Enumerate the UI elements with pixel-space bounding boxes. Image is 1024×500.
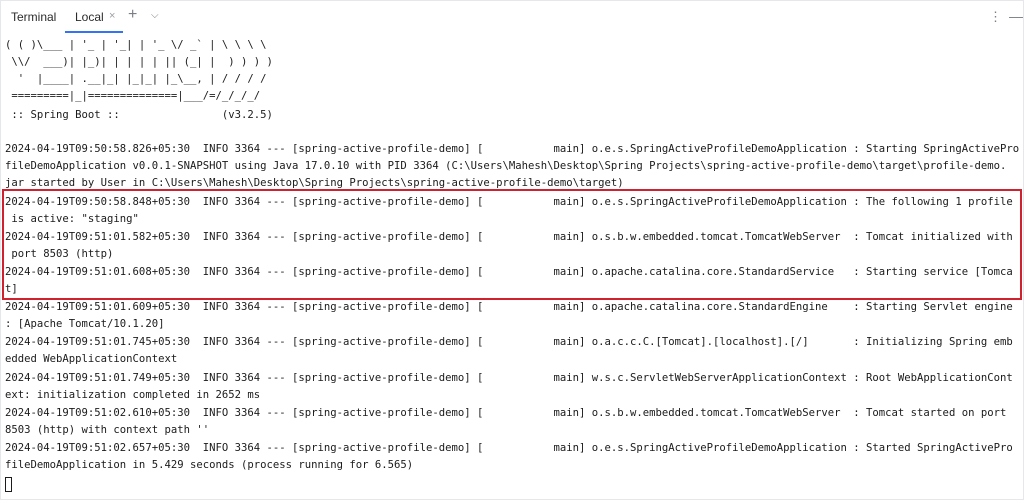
log-line: 2024-04-19T09:51:01.749+05:30 INFO 3364 … (5, 372, 1013, 384)
log-line: 2024-04-19T09:51:02.657+05:30 INFO 3364 … (5, 442, 1013, 454)
log-line: fileDemoApplication in 5.429 seconds (pr… (5, 459, 414, 471)
tab-local[interactable]: Local × (65, 1, 123, 33)
log-line: t] (5, 283, 18, 295)
log-line: 8503 (http) with context path '' (5, 424, 210, 436)
tab-local-label[interactable]: Local (75, 10, 104, 24)
log-line: jar started by User in C:\Users\Mahesh\D… (5, 177, 624, 189)
terminal-output[interactable]: ( ( )\___ | '_ | '_| | '_ \/ _` | \ \ \ … (5, 37, 1021, 497)
chevron-down-icon[interactable]: ⌵ (151, 10, 159, 21)
log-line: 2024-04-19T09:50:58.826+05:30 INFO 3364 … (5, 143, 1020, 155)
log-line: edded WebApplicationContext (5, 353, 178, 365)
banner-line: ' |____| .__|_| |_|_| |_\__, | / / / / (5, 73, 267, 85)
log-line: ext: initialization completed in 2652 ms (5, 389, 261, 401)
banner-line: =========|_|==============|___/=/_/_/_/ (5, 90, 261, 102)
terminal-window: Terminal Local × + ⌵ ⋮ — ( ( )\___ | '_ … (0, 0, 1024, 500)
log-line: fileDemoApplication v0.0.1-SNAPSHOT usin… (5, 160, 1007, 172)
log-line: 2024-04-19T09:51:01.745+05:30 INFO 3364 … (5, 336, 1013, 348)
log-line: 2024-04-19T09:50:58.848+05:30 INFO 3364 … (5, 196, 1013, 208)
add-tab-icon[interactable]: + (128, 6, 137, 24)
log-line: is active: "staging" (5, 213, 139, 225)
options-menu-icon[interactable]: ⋮ (989, 9, 1002, 25)
banner-line: \\/ ___)| |_)| | | | | || (_| | ) ) ) ) (5, 56, 273, 68)
banner-line: ( ( )\___ | '_ | '_| | '_ \/ _` | \ \ \ … (5, 39, 267, 51)
terminal-toolbar: Terminal Local × + ⌵ ⋮ — (1, 1, 1023, 33)
minimize-icon[interactable]: — (1009, 8, 1023, 24)
terminal-title: Terminal (11, 10, 57, 24)
log-line: 2024-04-19T09:51:01.582+05:30 INFO 3364 … (5, 231, 1013, 243)
log-line: 2024-04-19T09:51:02.610+05:30 INFO 3364 … (5, 407, 1007, 419)
log-line: port 8503 (http) (5, 248, 114, 260)
log-line: : [Apache Tomcat/10.1.20] (5, 318, 165, 330)
log-line: 2024-04-19T09:51:01.608+05:30 INFO 3364 … (5, 266, 1013, 278)
close-icon[interactable]: × (109, 10, 115, 22)
banner-line: :: Spring Boot :: (v3.2.5) (5, 109, 273, 121)
terminal-cursor (5, 477, 12, 492)
log-line: 2024-04-19T09:51:01.609+05:30 INFO 3364 … (5, 301, 1013, 313)
